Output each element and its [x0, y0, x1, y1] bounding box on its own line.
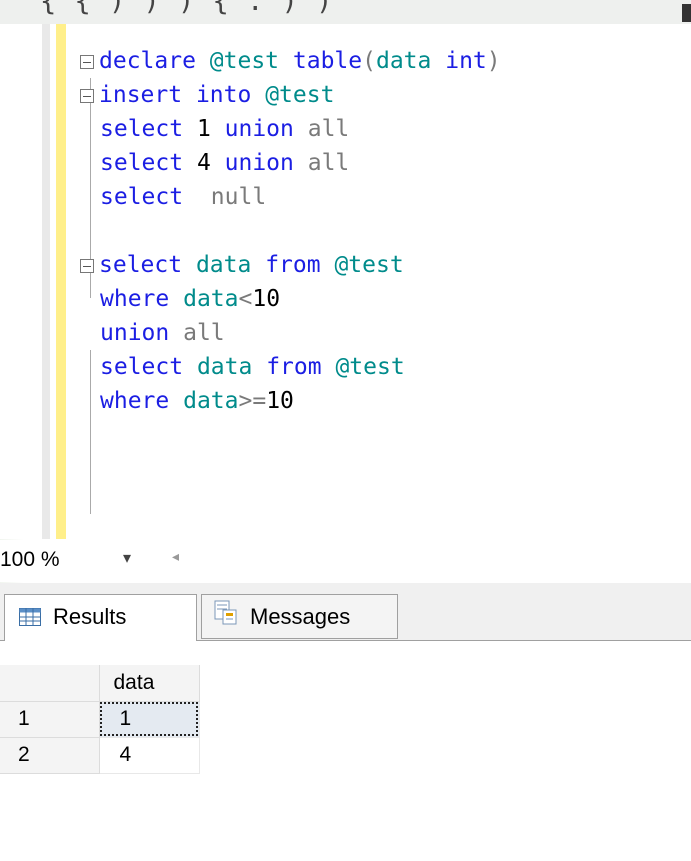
collapse-toggle-icon[interactable]	[80, 258, 94, 273]
code-token: from	[266, 354, 336, 380]
column-header-data[interactable]: data	[99, 665, 200, 702]
grid-icon	[19, 597, 41, 640]
tab-messages[interactable]: Messages	[201, 594, 398, 639]
code-line[interactable]: select 4 union all	[80, 146, 501, 180]
grid-cell[interactable]: 4	[99, 737, 200, 774]
top-cutoff-strip: { { ) ) ) { : ) )	[0, 0, 691, 24]
code-line[interactable]	[80, 214, 501, 248]
code-token: all	[183, 320, 225, 346]
code-token: )	[486, 48, 501, 74]
zoom-bar: 100 % ▾ ◂	[0, 540, 691, 582]
code-token: from	[265, 252, 335, 278]
results-tab-bar: Results Messages	[0, 583, 691, 641]
grid-corner[interactable]	[0, 665, 100, 702]
code-lines: declare @test table(data int) insert into…	[80, 44, 501, 418]
code-token: @test	[209, 48, 293, 74]
code-token: select	[100, 184, 211, 210]
code-token: where	[100, 388, 184, 414]
change-tracking-margin	[56, 24, 66, 539]
code-token: @test	[265, 82, 335, 108]
code-token: union	[224, 116, 308, 142]
code-token: @test	[334, 252, 404, 278]
code-token: 4	[196, 150, 225, 176]
code-token: table	[292, 48, 363, 74]
code-token: data	[196, 354, 267, 380]
table-row: 1 1	[0, 701, 200, 738]
tab-results-label: Results	[53, 604, 127, 629]
code-token: all	[307, 150, 350, 176]
tab-results[interactable]: Results	[4, 594, 197, 641]
results-grid-pane: data 1 1 2 4	[0, 641, 691, 861]
code-line[interactable]: select data from @test	[80, 248, 501, 282]
collapse-toggle-icon[interactable]	[80, 88, 94, 103]
code-token: int	[445, 48, 487, 74]
code-token: select	[100, 354, 197, 380]
code-token: declare	[99, 48, 210, 74]
code-token: union	[224, 150, 308, 176]
scroll-left-arrow-icon[interactable]: ◂	[172, 548, 179, 565]
code-token: into	[195, 82, 266, 108]
code-token: insert	[99, 82, 196, 108]
dropdown-arrow-icon[interactable]: ▾	[123, 548, 131, 568]
row-number[interactable]: 2	[0, 737, 100, 774]
row-number[interactable]: 1	[0, 701, 100, 738]
code-token: <	[238, 286, 253, 312]
code-line[interactable]: select data from @test	[80, 350, 501, 384]
messages-icon	[214, 597, 238, 640]
code-line[interactable]: where data<10	[80, 282, 501, 316]
code-token: 10	[266, 388, 294, 414]
results-grid: data 1 1 2 4	[0, 665, 200, 774]
code-token: select	[100, 116, 197, 142]
query-editor[interactable]: declare @test table(data int) insert into…	[0, 24, 691, 539]
top-cutoff-text: { { ) ) ) { : ) )	[40, 0, 334, 17]
code-token: 1	[196, 116, 225, 142]
code-line[interactable]: insert into @test	[80, 78, 501, 112]
code-token: >=	[238, 388, 267, 414]
code-line[interactable]: where data>=10	[80, 384, 501, 418]
code-token: data	[183, 286, 239, 312]
code-token: where	[100, 286, 184, 312]
grid-cell[interactable]: 1	[99, 701, 200, 738]
editor-margin	[42, 24, 50, 539]
code-token: 10	[252, 286, 281, 312]
tab-messages-label: Messages	[250, 604, 351, 629]
code-token: data	[183, 388, 239, 414]
code-line[interactable]: select 1 union all	[80, 112, 501, 146]
code-token: data	[375, 48, 446, 74]
window-corner-block	[682, 4, 691, 22]
zoom-dropdown[interactable]: 100 %	[0, 546, 60, 574]
code-line[interactable]: select null	[80, 180, 501, 214]
code-token: data	[195, 252, 266, 278]
code-token: union	[100, 320, 184, 346]
code-token: null	[210, 184, 267, 210]
collapse-toggle-icon[interactable]	[80, 54, 94, 69]
code-line[interactable]: declare @test table(data int)	[80, 44, 501, 78]
table-row: 2 4	[0, 737, 200, 774]
code-token: all	[307, 116, 350, 142]
code-token: (	[362, 48, 376, 74]
code-line[interactable]: union all	[80, 316, 501, 350]
code-token: select	[100, 150, 197, 176]
code-token: @test	[335, 354, 405, 380]
code-token: select	[99, 252, 196, 278]
